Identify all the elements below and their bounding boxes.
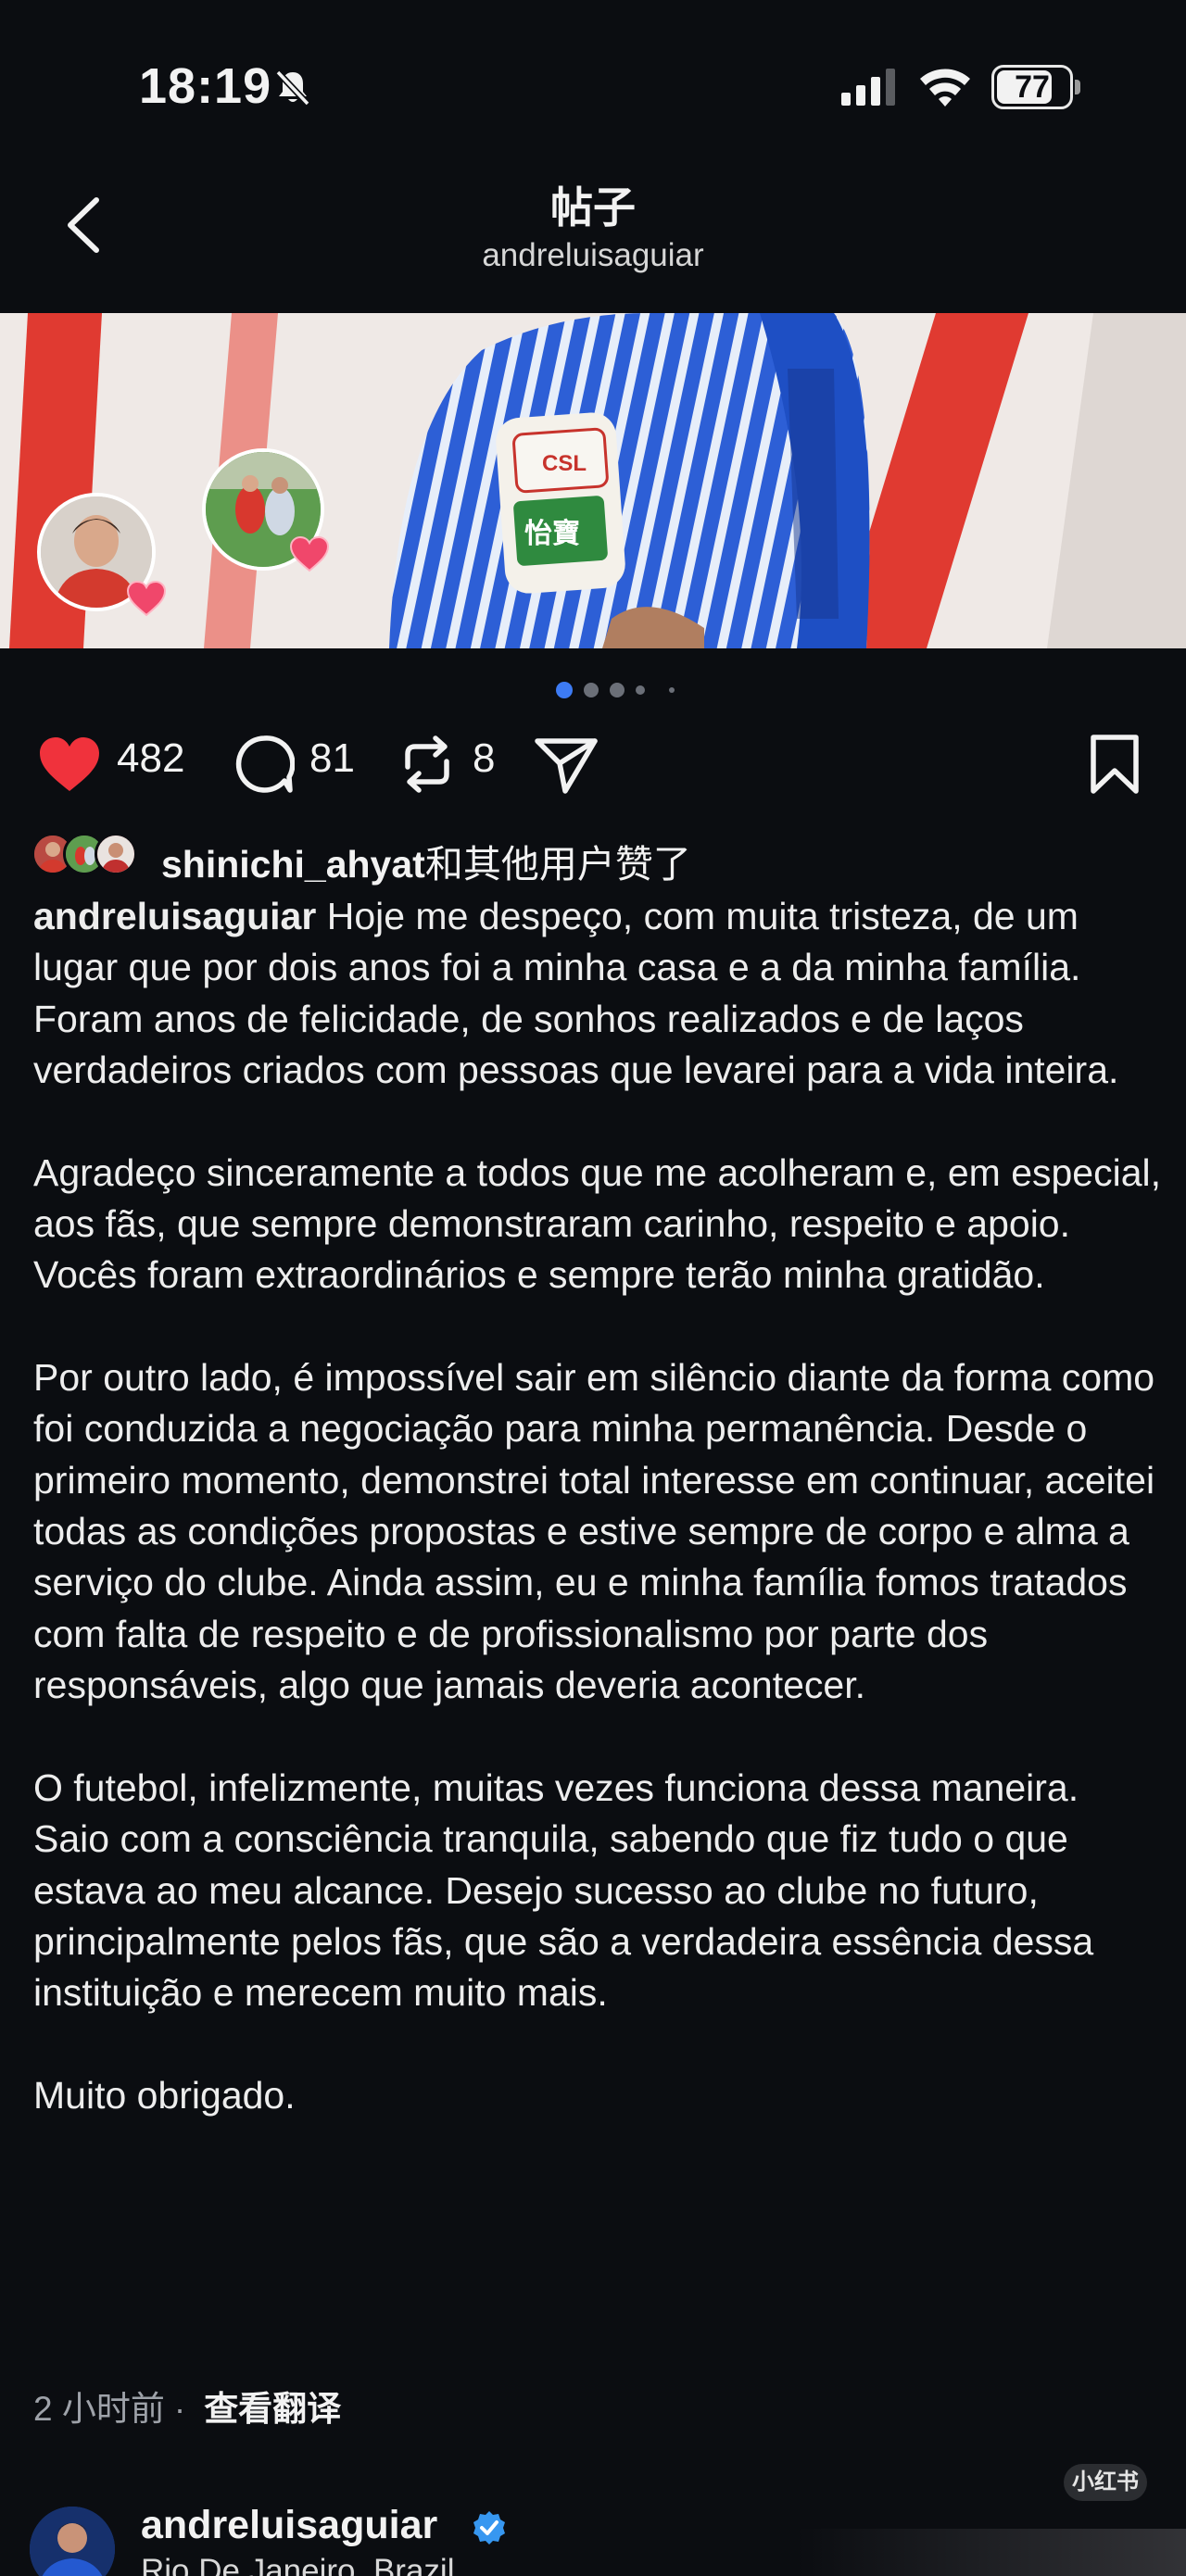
- share-send-icon[interactable]: [534, 734, 599, 795]
- next-post-username[interactable]: andreluisaguiar: [141, 2503, 437, 2548]
- post-actions: 482 81 8: [0, 723, 1186, 806]
- next-post-location[interactable]: Rio De Janeiro, Brazil: [141, 2553, 454, 2576]
- csl-patch-text: CSL: [542, 451, 587, 476]
- sponsor-patch-text: 怡寶: [524, 518, 580, 550]
- repost-icon[interactable]: [397, 734, 458, 795]
- comment-bubble-icon[interactable]: [233, 734, 295, 795]
- repost-count[interactable]: 8: [473, 735, 495, 782]
- carousel-dot: [610, 683, 625, 697]
- bell-muted-icon: [275, 69, 310, 107]
- status-time: 18:19: [139, 58, 272, 114]
- wifi-icon: [920, 69, 970, 107]
- like-count[interactable]: 482: [117, 735, 184, 782]
- xiaohongshu-watermark: 小红书: [1064, 2464, 1147, 2501]
- liker-username[interactable]: shinichi_ahyat: [161, 843, 425, 886]
- post-image-carousel[interactable]: CSL 怡寶: [0, 313, 1186, 648]
- caption-paragraph: Muito obrigado.: [33, 2073, 296, 2117]
- page-subtitle-username[interactable]: andreluisaguiar: [0, 237, 1186, 274]
- caption-paragraph: Agradeço sinceramente a todos que me aco…: [33, 1150, 1162, 1297]
- carousel-dot: [556, 682, 573, 698]
- post-meta: 2 小时前 · 查看翻译: [33, 2381, 341, 2431]
- battery-indicator: 77: [991, 65, 1080, 109]
- status-bar: 18:19 77: [0, 0, 1186, 176]
- comment-count[interactable]: 81: [309, 735, 355, 782]
- caption-author[interactable]: andreluisaguiar: [33, 895, 316, 937]
- heart-badge-icon: [289, 535, 330, 572]
- carousel-dot: [636, 685, 645, 695]
- post-image: CSL 怡寶: [0, 313, 1186, 648]
- meta-separator: ·: [173, 2390, 186, 2428]
- liker-avatar: [95, 833, 137, 875]
- like-heart-icon[interactable]: [37, 735, 102, 793]
- next-post-avatar[interactable]: [30, 2507, 115, 2576]
- bookmark-icon[interactable]: [1088, 734, 1142, 795]
- battery-percentage: 77: [1015, 69, 1050, 105]
- liked-by-suffix: 和其他用户赞了: [424, 843, 691, 886]
- carousel-dot: [669, 687, 675, 693]
- verified-badge-icon: [473, 2511, 505, 2545]
- bottom-overlay: [797, 2529, 1186, 2576]
- caption-paragraph: Por outro lado, é impossível sair em sil…: [33, 1355, 1155, 1707]
- post-caption: andreluisaguiar Hoje me despeço, com mui…: [33, 891, 1164, 2121]
- page-title: 帖子: [550, 183, 636, 232]
- cellular-signal-icon: [841, 69, 895, 106]
- post-timestamp: 2 小时前: [33, 2390, 165, 2428]
- heart-badge-icon: [126, 580, 167, 617]
- see-translation-link[interactable]: 查看翻译: [204, 2390, 341, 2428]
- caption-paragraph: O futebol, infelizmente, muitas vezes fu…: [33, 1766, 1094, 2015]
- caption-paragraph: andreluisaguiar Hoje me despeço, com mui…: [33, 895, 1119, 1092]
- carousel-dot: [584, 683, 599, 697]
